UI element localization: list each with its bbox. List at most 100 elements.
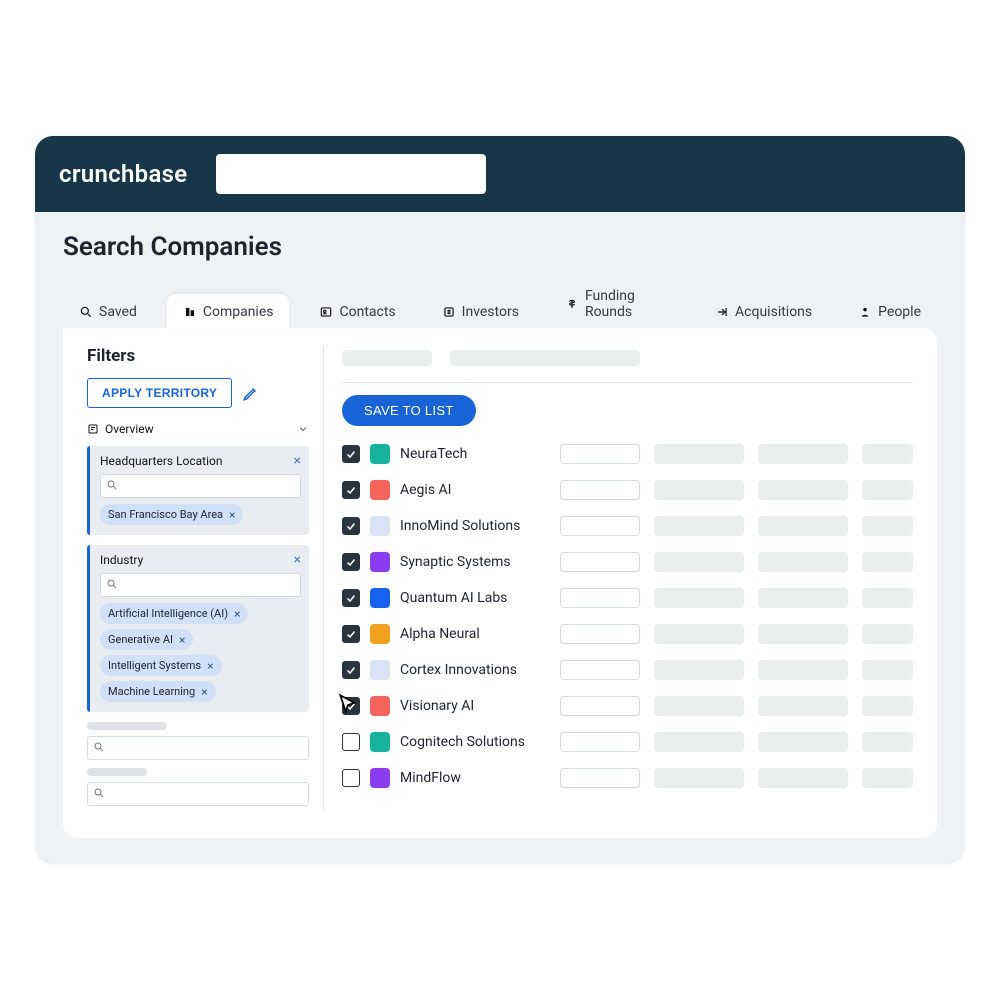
checkbox[interactable]	[342, 445, 360, 463]
global-search-input[interactable]	[216, 154, 486, 194]
tab-investors[interactable]: Investors	[426, 294, 535, 330]
tab-label: Companies	[203, 304, 274, 320]
search-icon	[106, 578, 118, 590]
company-name[interactable]: Alpha Neural	[400, 626, 550, 642]
tab-acquisitions[interactable]: Acquisitions	[699, 294, 828, 330]
placeholder-cell	[654, 660, 744, 680]
placeholder-cell	[862, 444, 913, 464]
tab-people[interactable]: People	[842, 294, 937, 330]
table-row: NeuraTech	[342, 436, 913, 472]
tab-contacts[interactable]: Contacts	[303, 294, 411, 330]
placeholder-cell	[560, 696, 640, 716]
tab-label: Investors	[462, 304, 519, 320]
placeholder-cell	[560, 480, 640, 500]
placeholder-cell	[862, 516, 913, 536]
table-row: Cognitech Solutions	[342, 724, 913, 760]
pencil-icon[interactable]	[242, 384, 260, 402]
company-name[interactable]: InnoMind Solutions	[400, 518, 550, 534]
filter-chip[interactable]: Machine Learning×	[100, 681, 216, 702]
checkbox[interactable]	[342, 733, 360, 751]
close-icon[interactable]: ×	[207, 660, 213, 672]
filter-group-title: Headquarters Location	[100, 454, 223, 468]
placeholder-label	[87, 768, 147, 776]
filter-search-input[interactable]	[100, 474, 301, 498]
company-name[interactable]: Visionary AI	[400, 698, 550, 714]
company-name[interactable]: Cognitech Solutions	[400, 734, 550, 750]
close-icon[interactable]: ×	[294, 553, 301, 567]
main-panel: Filters APPLY TERRITORY Overview	[63, 328, 937, 838]
company-name[interactable]: NeuraTech	[400, 446, 550, 462]
company-color-swatch	[370, 480, 390, 500]
acq-icon	[715, 305, 729, 319]
placeholder-cell	[862, 660, 913, 680]
checkbox[interactable]	[342, 697, 360, 715]
placeholder-label	[87, 722, 167, 730]
table-row: Aegis AI	[342, 472, 913, 508]
company-color-swatch	[370, 516, 390, 536]
contact-icon	[319, 305, 333, 319]
overview-section-toggle[interactable]: Overview	[87, 418, 309, 446]
filter-chip[interactable]: Generative AI ×	[100, 629, 193, 650]
company-name[interactable]: Synaptic Systems	[400, 554, 550, 570]
close-icon[interactable]: ×	[179, 634, 185, 646]
company-name[interactable]: Aegis AI	[400, 482, 550, 498]
tabs: Saved Companies Contacts Investors Funding R…	[63, 278, 937, 330]
tab-saved[interactable]: Saved	[63, 294, 153, 330]
tab-label: Contacts	[339, 304, 395, 320]
overview-icon	[87, 423, 99, 435]
table-row: Quantum AI Labs	[342, 580, 913, 616]
tab-companies[interactable]: Companies	[167, 294, 290, 330]
placeholder-cell	[654, 696, 744, 716]
close-icon[interactable]: ×	[294, 454, 301, 468]
placeholder-cell	[862, 480, 913, 500]
placeholder	[342, 350, 432, 366]
app-shell: crunchbase Search Companies SavedCompani…	[35, 136, 965, 864]
placeholder-cell	[654, 480, 744, 500]
company-color-swatch	[370, 552, 390, 572]
summary-row	[342, 346, 913, 383]
filter-search-input[interactable]	[87, 736, 309, 760]
placeholder-cell	[560, 552, 640, 572]
filter-chip[interactable]: San Francisco Bay Area ×	[100, 504, 243, 525]
close-icon[interactable]: ×	[201, 686, 207, 698]
company-color-swatch	[370, 732, 390, 752]
company-color-swatch	[370, 768, 390, 788]
tab-label: People	[878, 304, 921, 320]
placeholder-cell	[758, 768, 848, 788]
checkbox[interactable]	[342, 553, 360, 571]
company-icon	[183, 305, 197, 319]
checkbox[interactable]	[342, 517, 360, 535]
chip-label: Generative AI	[108, 633, 173, 646]
person-icon	[858, 305, 872, 319]
placeholder-cell	[758, 552, 848, 572]
close-icon[interactable]: ×	[229, 509, 235, 521]
filter-search-input[interactable]	[100, 573, 301, 597]
tab-label: Saved	[99, 304, 137, 320]
placeholder-cell	[758, 696, 848, 716]
placeholder-cell	[654, 516, 744, 536]
company-name[interactable]: Cortex Innovations	[400, 662, 550, 678]
placeholder-cell	[560, 732, 640, 752]
checkbox[interactable]	[342, 625, 360, 643]
placeholder-cell	[560, 660, 640, 680]
checkbox[interactable]	[342, 481, 360, 499]
company-color-swatch	[370, 588, 390, 608]
page: Search Companies SavedCompaniesContactsI…	[35, 212, 965, 864]
filter-search-input[interactable]	[87, 782, 309, 806]
company-name[interactable]: MindFlow	[400, 770, 550, 786]
company-name[interactable]: Quantum AI Labs	[400, 590, 550, 606]
save-to-list-button[interactable]: SAVE TO LIST	[342, 395, 476, 426]
apply-territory-button[interactable]: APPLY TERRITORY	[87, 378, 232, 408]
checkbox[interactable]	[342, 769, 360, 787]
filter-chip[interactable]: Intelligent Systems×	[100, 655, 222, 676]
tab-funding-rounds[interactable]: Funding Rounds	[549, 278, 685, 330]
filter-chip[interactable]: Artificial Intelligence (AI)×	[100, 603, 248, 624]
placeholder-cell	[758, 516, 848, 536]
funding-icon	[565, 297, 579, 311]
close-icon[interactable]: ×	[234, 608, 240, 620]
checkbox[interactable]	[342, 589, 360, 607]
filters-heading: Filters	[87, 346, 309, 366]
chip-label: San Francisco Bay Area	[108, 508, 223, 521]
checkbox[interactable]	[342, 661, 360, 679]
placeholder-cell	[654, 588, 744, 608]
